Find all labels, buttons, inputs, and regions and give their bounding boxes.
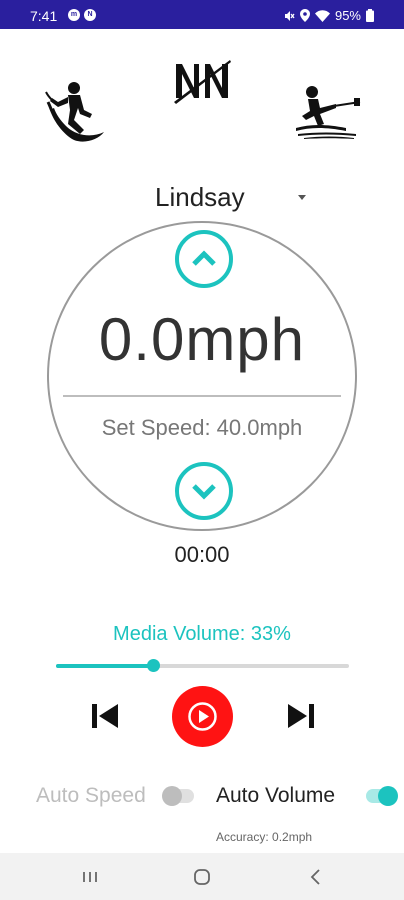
profile-name: Lindsay xyxy=(155,182,245,212)
home-icon[interactable] xyxy=(190,866,214,888)
volume-slider-thumb[interactable] xyxy=(146,659,160,672)
auto-speed-switch-knob xyxy=(162,786,182,806)
status-badges: m N xyxy=(68,9,96,21)
wakeboard-icon[interactable] xyxy=(296,84,362,140)
current-speed: 0.0mph xyxy=(98,306,306,373)
dropdown-caret-icon xyxy=(298,195,306,200)
wifi-icon xyxy=(314,9,330,22)
chevron-down-icon xyxy=(192,484,216,500)
play-button[interactable] xyxy=(172,686,233,747)
media-volume-label: Media Volume: 33% xyxy=(113,623,291,645)
status-time: 7:41 xyxy=(30,8,58,24)
notification-badge-icon: N xyxy=(84,9,96,21)
skip-next-button[interactable] xyxy=(286,702,316,730)
status-icons: 95% xyxy=(283,8,374,23)
back-icon[interactable] xyxy=(304,866,328,888)
speed-divider xyxy=(63,395,341,397)
chevron-up-icon xyxy=(192,250,216,266)
battery-percentage: 95% xyxy=(334,8,361,23)
timer: 00:00 xyxy=(174,542,230,567)
volume-slider-fill xyxy=(56,664,153,668)
status-bar: 7:41 m N 95% xyxy=(0,0,404,29)
surfing-icon[interactable] xyxy=(44,80,106,144)
auto-volume-switch[interactable] xyxy=(366,786,398,806)
mute-icon xyxy=(284,10,295,21)
messenger-icon: m xyxy=(68,9,80,21)
accuracy-readout: Accuracy: 0.2mph xyxy=(216,830,313,844)
location-icon xyxy=(299,9,310,22)
auto-speed-label: Auto Speed xyxy=(36,784,146,807)
auto-volume-label: Auto Volume xyxy=(216,784,336,807)
app-screen: 7:41 m N 95% Lindsay 0.0mph Set Speed: 4… xyxy=(0,0,404,900)
skip-previous-button[interactable] xyxy=(90,702,120,730)
battery-icon xyxy=(366,9,374,22)
recent-apps-icon[interactable] xyxy=(78,866,102,888)
auto-volume-switch-knob xyxy=(378,786,398,806)
play-icon xyxy=(188,702,217,731)
decrease-speed-button[interactable] xyxy=(175,462,233,520)
auto-speed-switch[interactable] xyxy=(162,786,194,806)
volume-slider[interactable] xyxy=(56,659,349,672)
increase-speed-button[interactable] xyxy=(175,230,233,288)
set-speed: Set Speed: 40.0mph xyxy=(101,415,303,440)
brand-logo xyxy=(174,60,231,104)
system-nav-bar xyxy=(0,853,404,900)
profile-dropdown[interactable]: Lindsay xyxy=(150,182,320,216)
speed-dial: 0.0mph Set Speed: 40.0mph xyxy=(47,221,357,531)
